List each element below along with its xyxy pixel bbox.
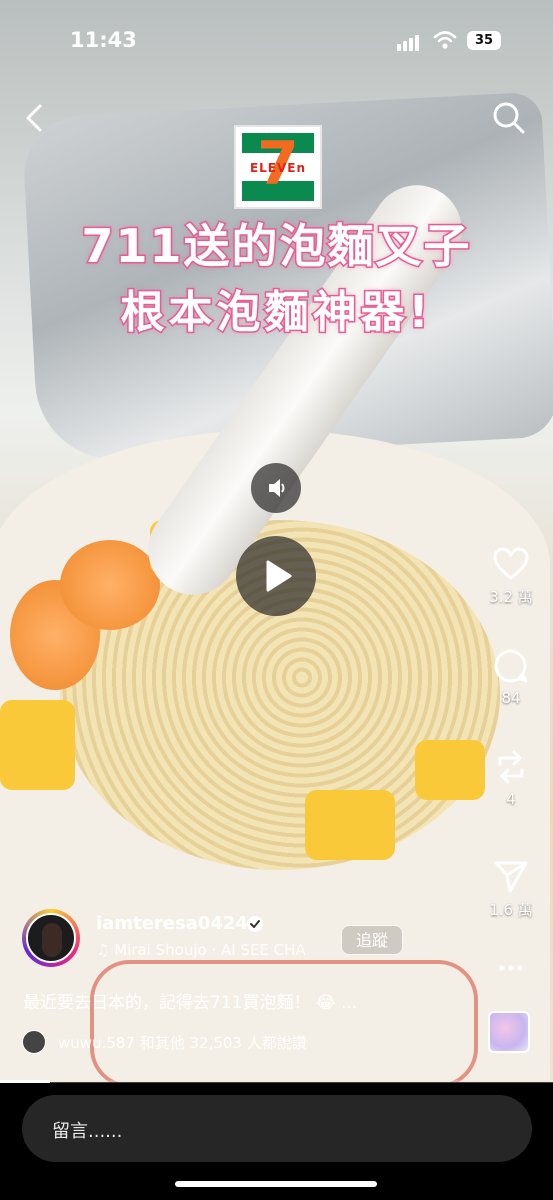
repost-button[interactable]: 4 (484, 748, 538, 808)
like-button[interactable]: 3.2 萬 (484, 546, 538, 607)
battery-icon: 35 (467, 31, 501, 50)
reel-video[interactable]: 7 ELEVEn 711送的泡麵叉子 根本泡麵神器! (0, 0, 553, 1082)
comment-count: 84 (501, 689, 521, 707)
egg-piece (0, 700, 75, 790)
headline-line-1: 711送的泡麵叉子 (80, 218, 472, 275)
comment-input[interactable]: 留言...... (22, 1095, 532, 1162)
paper-plane-icon (494, 861, 528, 893)
liker-avatar (22, 1030, 46, 1054)
egg-piece (305, 790, 395, 860)
share-count: 1.6 萬 (489, 901, 533, 919)
username[interactable]: iamteresa0424 (96, 913, 248, 934)
music-note-icon: ♫ (96, 941, 115, 959)
like-count: 3.2 萬 (489, 588, 533, 606)
comment-bubble-icon (494, 649, 528, 683)
seven-eleven-logo: 7 ELEVEn (234, 125, 322, 209)
home-indicator[interactable] (175, 1181, 377, 1187)
comment-placeholder: 留言...... (52, 1121, 123, 1142)
headline-line-2: 根本泡麵神器! (119, 286, 433, 340)
heart-icon (493, 547, 529, 580)
egg-piece (415, 740, 485, 800)
cup-brand (90, 960, 478, 1082)
avatar[interactable] (22, 909, 80, 967)
sound-toggle-button[interactable] (251, 463, 301, 513)
music-track-label: Mirai Shoujo · AI SEE CHA (114, 941, 306, 959)
play-button[interactable] (236, 536, 316, 616)
logo-eleven: ELEVEn (249, 161, 307, 175)
more-icon (499, 965, 523, 971)
speaker-icon (269, 479, 285, 497)
repost-icon (498, 750, 524, 784)
liked-by-text[interactable]: wuwu.587 和其他 32,503 人都說讚 (58, 1032, 307, 1053)
back-arrow-icon[interactable] (20, 100, 50, 136)
status-time: 11:43 (70, 28, 137, 52)
follow-button[interactable]: 追蹤 (341, 925, 403, 955)
audio-album-art[interactable] (488, 1011, 530, 1053)
share-button[interactable]: 1.6 萬 (484, 857, 538, 920)
cellular-signal-icon (397, 32, 421, 51)
verified-badge-icon (247, 916, 263, 932)
wifi-icon (433, 31, 457, 49)
comment-button[interactable]: 84 (484, 647, 538, 707)
music-track[interactable]: ♫ Mirai Shoujo · AI SEE CHA (96, 941, 322, 959)
shrimp (60, 540, 160, 630)
caption[interactable]: 最近要去日本的，記得去711買泡麵！ 😂 ... (23, 988, 473, 1013)
repost-count: 4 (506, 790, 516, 808)
more-options-button[interactable] (484, 958, 538, 982)
search-icon[interactable] (492, 101, 526, 135)
status-bar: 11:43 35 (0, 0, 553, 80)
play-icon (266, 560, 292, 592)
